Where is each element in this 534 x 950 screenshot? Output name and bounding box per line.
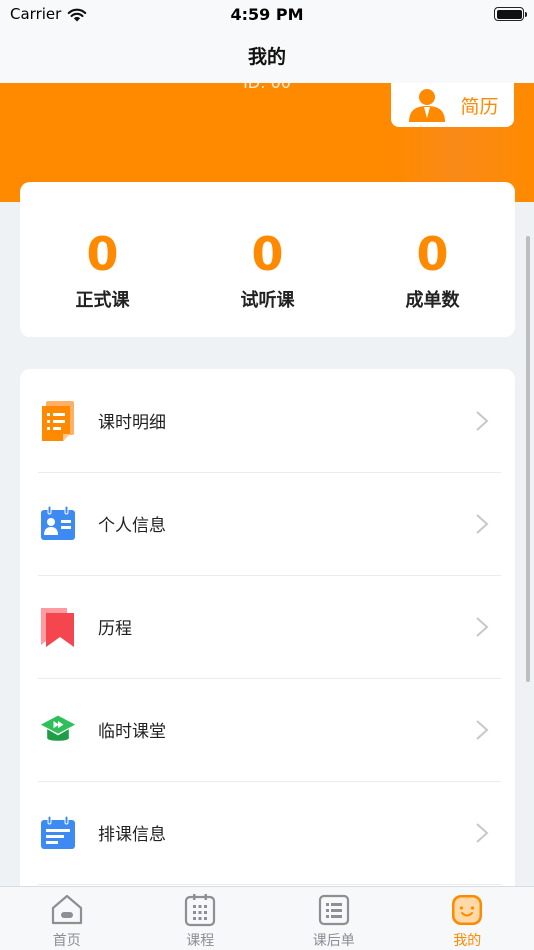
stat-formal-classes[interactable]: 0 正式课 — [20, 182, 185, 337]
menu-item-class-hours[interactable]: 课时明细 — [20, 369, 515, 472]
menu-item-personal-info[interactable]: 个人信息 — [20, 472, 515, 575]
menu-item-history[interactable]: 历程 — [20, 575, 515, 678]
wifi-icon — [68, 8, 87, 21]
tab-bar: 首页 课程 课后单 我的 — [0, 886, 534, 950]
resume-button[interactable]: 简历 — [391, 83, 514, 127]
calendar-icon — [185, 894, 216, 927]
schedule-calendar-icon — [40, 812, 76, 854]
stat-value: 0 — [86, 227, 119, 281]
stat-value: 0 — [416, 227, 449, 281]
id-card-icon — [40, 503, 76, 545]
tab-label: 课后单 — [312, 933, 355, 949]
tab-after-class[interactable]: 课后单 — [267, 887, 401, 950]
carrier-group: Carrier — [10, 5, 87, 23]
smiley-face-icon — [452, 895, 483, 925]
chevron-right-icon — [476, 410, 489, 431]
tab-label: 首页 — [52, 933, 81, 949]
document-list-icon — [40, 400, 76, 442]
list-icon — [318, 894, 349, 926]
chevron-right-icon — [476, 719, 489, 740]
home-icon — [51, 894, 82, 925]
tab-courses[interactable]: 课程 — [134, 887, 268, 950]
tab-label: 我的 — [453, 933, 482, 949]
nav-bar: 我的 — [0, 28, 534, 83]
stats-card: 0 正式课 0 试听课 0 成单数 — [20, 182, 515, 337]
tab-mine[interactable]: 我的 — [401, 887, 534, 950]
stat-label: 试听课 — [240, 290, 295, 311]
chevron-right-icon — [476, 513, 489, 534]
carrier-label: Carrier — [10, 5, 62, 23]
menu-item-label: 排课信息 — [98, 825, 166, 845]
stat-label: 成单数 — [405, 290, 460, 311]
chevron-right-icon — [476, 822, 489, 843]
menu-item-label: 历程 — [98, 619, 132, 639]
menu-item-label: 临时课堂 — [98, 722, 166, 742]
resume-label: 简历 — [460, 95, 499, 118]
battery-icon — [494, 7, 527, 21]
stat-trial-classes[interactable]: 0 试听课 — [185, 182, 350, 337]
menu-item-label: 课时明细 — [98, 413, 166, 433]
tab-home[interactable]: 首页 — [0, 887, 134, 950]
person-icon — [409, 89, 446, 122]
menu-item-temporary-class[interactable]: 临时课堂 — [20, 678, 515, 781]
menu-item-label: 个人信息 — [98, 516, 166, 536]
status-bar: Carrier 4:59 PM — [0, 0, 534, 28]
graduation-cap-icon — [40, 709, 76, 751]
stat-deals[interactable]: 0 成单数 — [350, 182, 515, 337]
stat-label: 正式课 — [75, 290, 130, 311]
chevron-right-icon — [476, 616, 489, 637]
stat-value: 0 — [251, 227, 284, 281]
menu-card: 课时明细 个人信息 历程 临时课堂 排课信息 — [20, 369, 515, 929]
scrollbar[interactable] — [526, 236, 530, 682]
bookmark-icon — [40, 606, 76, 648]
menu-item-schedule-info[interactable]: 排课信息 — [20, 781, 515, 884]
tab-label: 课程 — [186, 933, 215, 949]
page-title: 我的 — [247, 46, 286, 68]
